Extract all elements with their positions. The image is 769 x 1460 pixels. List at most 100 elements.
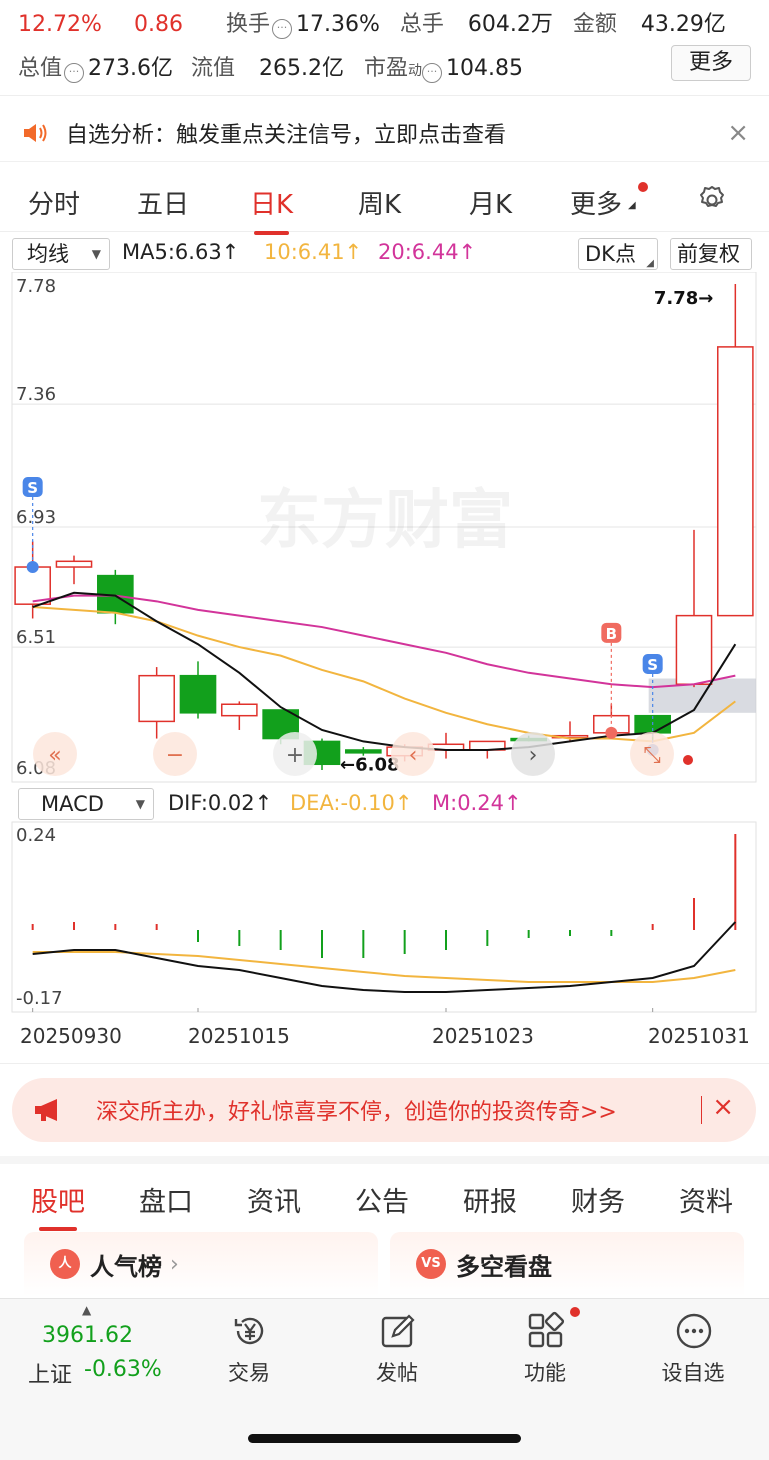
tab-news[interactable]: 资讯: [247, 1180, 301, 1219]
zoom-in-icon: +: [286, 743, 304, 768]
edit-icon: [381, 1314, 415, 1348]
date-label: 20251023: [432, 1024, 534, 1048]
macd-chart[interactable]: 0.24 -0.17: [0, 786, 769, 1016]
adjust-button[interactable]: 前复权: [670, 238, 752, 270]
kline-tabs: 分时 五日 日K 周K 月K 更多 ◢: [0, 170, 769, 235]
ma20-value: 20:6.44↑: [378, 240, 477, 264]
ma5-line: [32, 591, 737, 751]
tab-forum[interactable]: 股吧: [31, 1180, 85, 1231]
promo-text: 深交所主办，好礼惊喜享不停，创造你的投资传奇>>: [96, 1100, 617, 1125]
macd-frame: [11, 821, 757, 1013]
dropdown-icon: ▼: [91, 247, 101, 261]
vs-icon: VS: [416, 1249, 446, 1279]
turnover-value: 17.36%: [296, 12, 380, 37]
ma-indicator-bar: 均线 ▼ MA5:6.63↑ 10:6.41↑ 20:6.44↑ DK点 ◢ 前…: [0, 236, 769, 272]
float-value: 265.2亿: [259, 56, 344, 81]
tab-weekly-k[interactable]: 周K: [358, 184, 401, 221]
y-tick-label: 6.93: [16, 507, 56, 528]
float-label: 流值: [191, 56, 236, 81]
close-icon[interactable]: ×: [712, 1092, 734, 1122]
tab-intraday[interactable]: 分时: [28, 184, 80, 221]
y-tick-label: 7.78: [16, 276, 56, 297]
kline-chart[interactable]: 7.787.366.936.516.08东方财富7.78→←6.08SBS« − +…: [0, 272, 769, 784]
info-icon[interactable]: ···: [272, 19, 293, 39]
pe-value: 104.85: [446, 56, 523, 81]
amount-label: 金额: [572, 12, 617, 37]
candle-body: [675, 614, 713, 685]
signal-label: B: [606, 625, 617, 643]
info-icon[interactable]: ···: [422, 63, 443, 83]
nav-trade[interactable]: 交易: [174, 1299, 324, 1399]
candle-body: [138, 674, 175, 723]
nav-label: 交易: [228, 1361, 270, 1385]
nav-label: 设自选: [661, 1361, 725, 1385]
more-dots-icon: [676, 1313, 712, 1349]
signal-label: S: [647, 656, 658, 674]
ma-selector[interactable]: 均线 ▼: [12, 238, 110, 270]
tab-five-day[interactable]: 五日: [137, 184, 189, 221]
nav-post[interactable]: 发帖: [322, 1299, 472, 1399]
tab-more[interactable]: 更多: [570, 184, 622, 221]
prev-icon: ‹: [409, 743, 418, 768]
fullscreen-icon: ⤡: [643, 743, 661, 768]
quote-row-2: 总值 ··· 273.6亿 流值 265.2亿 市盈 动 ··· 104.85: [18, 50, 751, 83]
card-label: 多空看盘: [456, 1252, 552, 1281]
megaphone-icon: [35, 1099, 57, 1121]
gear-icon[interactable]: [696, 184, 728, 216]
ma5-value: MA5:6.63↑: [122, 240, 240, 264]
change-pct: 12.72%: [18, 12, 102, 37]
feature-cards: 人 人气榜 › VS 多空看盘: [0, 1228, 769, 1298]
tab-finance[interactable]: 财务: [571, 1180, 625, 1219]
tab-profile[interactable]: 资料: [679, 1180, 733, 1219]
popularity-card[interactable]: 人 人气榜 ›: [24, 1232, 378, 1296]
more-button[interactable]: 更多: [671, 45, 751, 81]
info-icon[interactable]: ···: [64, 63, 85, 83]
tab-announcements[interactable]: 公告: [355, 1180, 409, 1219]
home-indicator: [248, 1434, 521, 1443]
nav-label: 功能: [524, 1361, 566, 1385]
candle-body: [179, 674, 217, 714]
nav-functions[interactable]: 功能: [470, 1299, 620, 1399]
ma10-value: 10:6.41↑: [264, 240, 363, 264]
nav-label: 发帖: [376, 1361, 418, 1385]
candle-body: [717, 346, 754, 617]
tab-research[interactable]: 研报: [463, 1180, 517, 1219]
quote-header: 12.72% 0.86 换手 ··· 17.36% 总手 604.2万 金额 4…: [0, 0, 769, 96]
red-dot-badge: [570, 1307, 580, 1317]
divider: [700, 1096, 702, 1124]
notice-banner[interactable]: 自选分析：触发重点关注信号，立即点击查看 ×: [0, 104, 769, 162]
ranking-icon: 人: [50, 1249, 80, 1279]
scroll-left-icon: «: [48, 743, 61, 768]
y-tick-label: 6.51: [16, 627, 56, 648]
red-dot-badge: [638, 182, 648, 192]
close-icon[interactable]: ×: [727, 118, 749, 148]
tab-daily-k[interactable]: 日K: [250, 184, 293, 235]
date-label: 20251031: [648, 1024, 750, 1048]
y-tick-label: 7.36: [16, 384, 56, 405]
section-tabs: 股吧 盘口 资讯 公告 研报 财务 资料: [0, 1156, 769, 1231]
nav-add-watchlist[interactable]: 设自选: [618, 1299, 768, 1399]
mktcap-value: 273.6亿: [88, 56, 173, 81]
bull-bear-card[interactable]: VS 多空看盘: [390, 1232, 744, 1296]
more-corner-icon: ◢: [628, 200, 636, 211]
notice-text: 自选分析：触发重点关注信号，立即点击查看: [66, 122, 507, 148]
pe-label: 市盈: [364, 56, 409, 81]
ma10-line: [32, 606, 736, 743]
signal-label: S: [27, 479, 38, 497]
date-label: 20251015: [188, 1024, 290, 1048]
grid-icon: [528, 1311, 565, 1348]
chevron-right-icon: ›: [170, 1251, 179, 1277]
speaker-icon: [24, 123, 47, 142]
tab-monthly-k[interactable]: 月K: [469, 184, 512, 221]
index-change: -0.63%: [84, 1357, 162, 1382]
min-price-label: ←6.08: [340, 754, 400, 775]
macd-axis-bottom: -0.17: [16, 988, 63, 1009]
amount-value: 43.29亿: [640, 12, 726, 37]
signal-dot: [26, 561, 39, 574]
promo-banner[interactable]: 深交所主办，好礼惊喜享不停，创造你的投资传奇>> ×: [12, 1078, 756, 1142]
tab-orderbook[interactable]: 盘口: [139, 1180, 193, 1219]
dk-point-button[interactable]: DK点 ◢: [578, 238, 658, 270]
turnover-label: 换手: [226, 12, 271, 37]
index-ticker[interactable]: ▲ 3961.62 上证 -0.63%: [0, 1299, 176, 1399]
change-amt: 0.86: [134, 12, 183, 37]
